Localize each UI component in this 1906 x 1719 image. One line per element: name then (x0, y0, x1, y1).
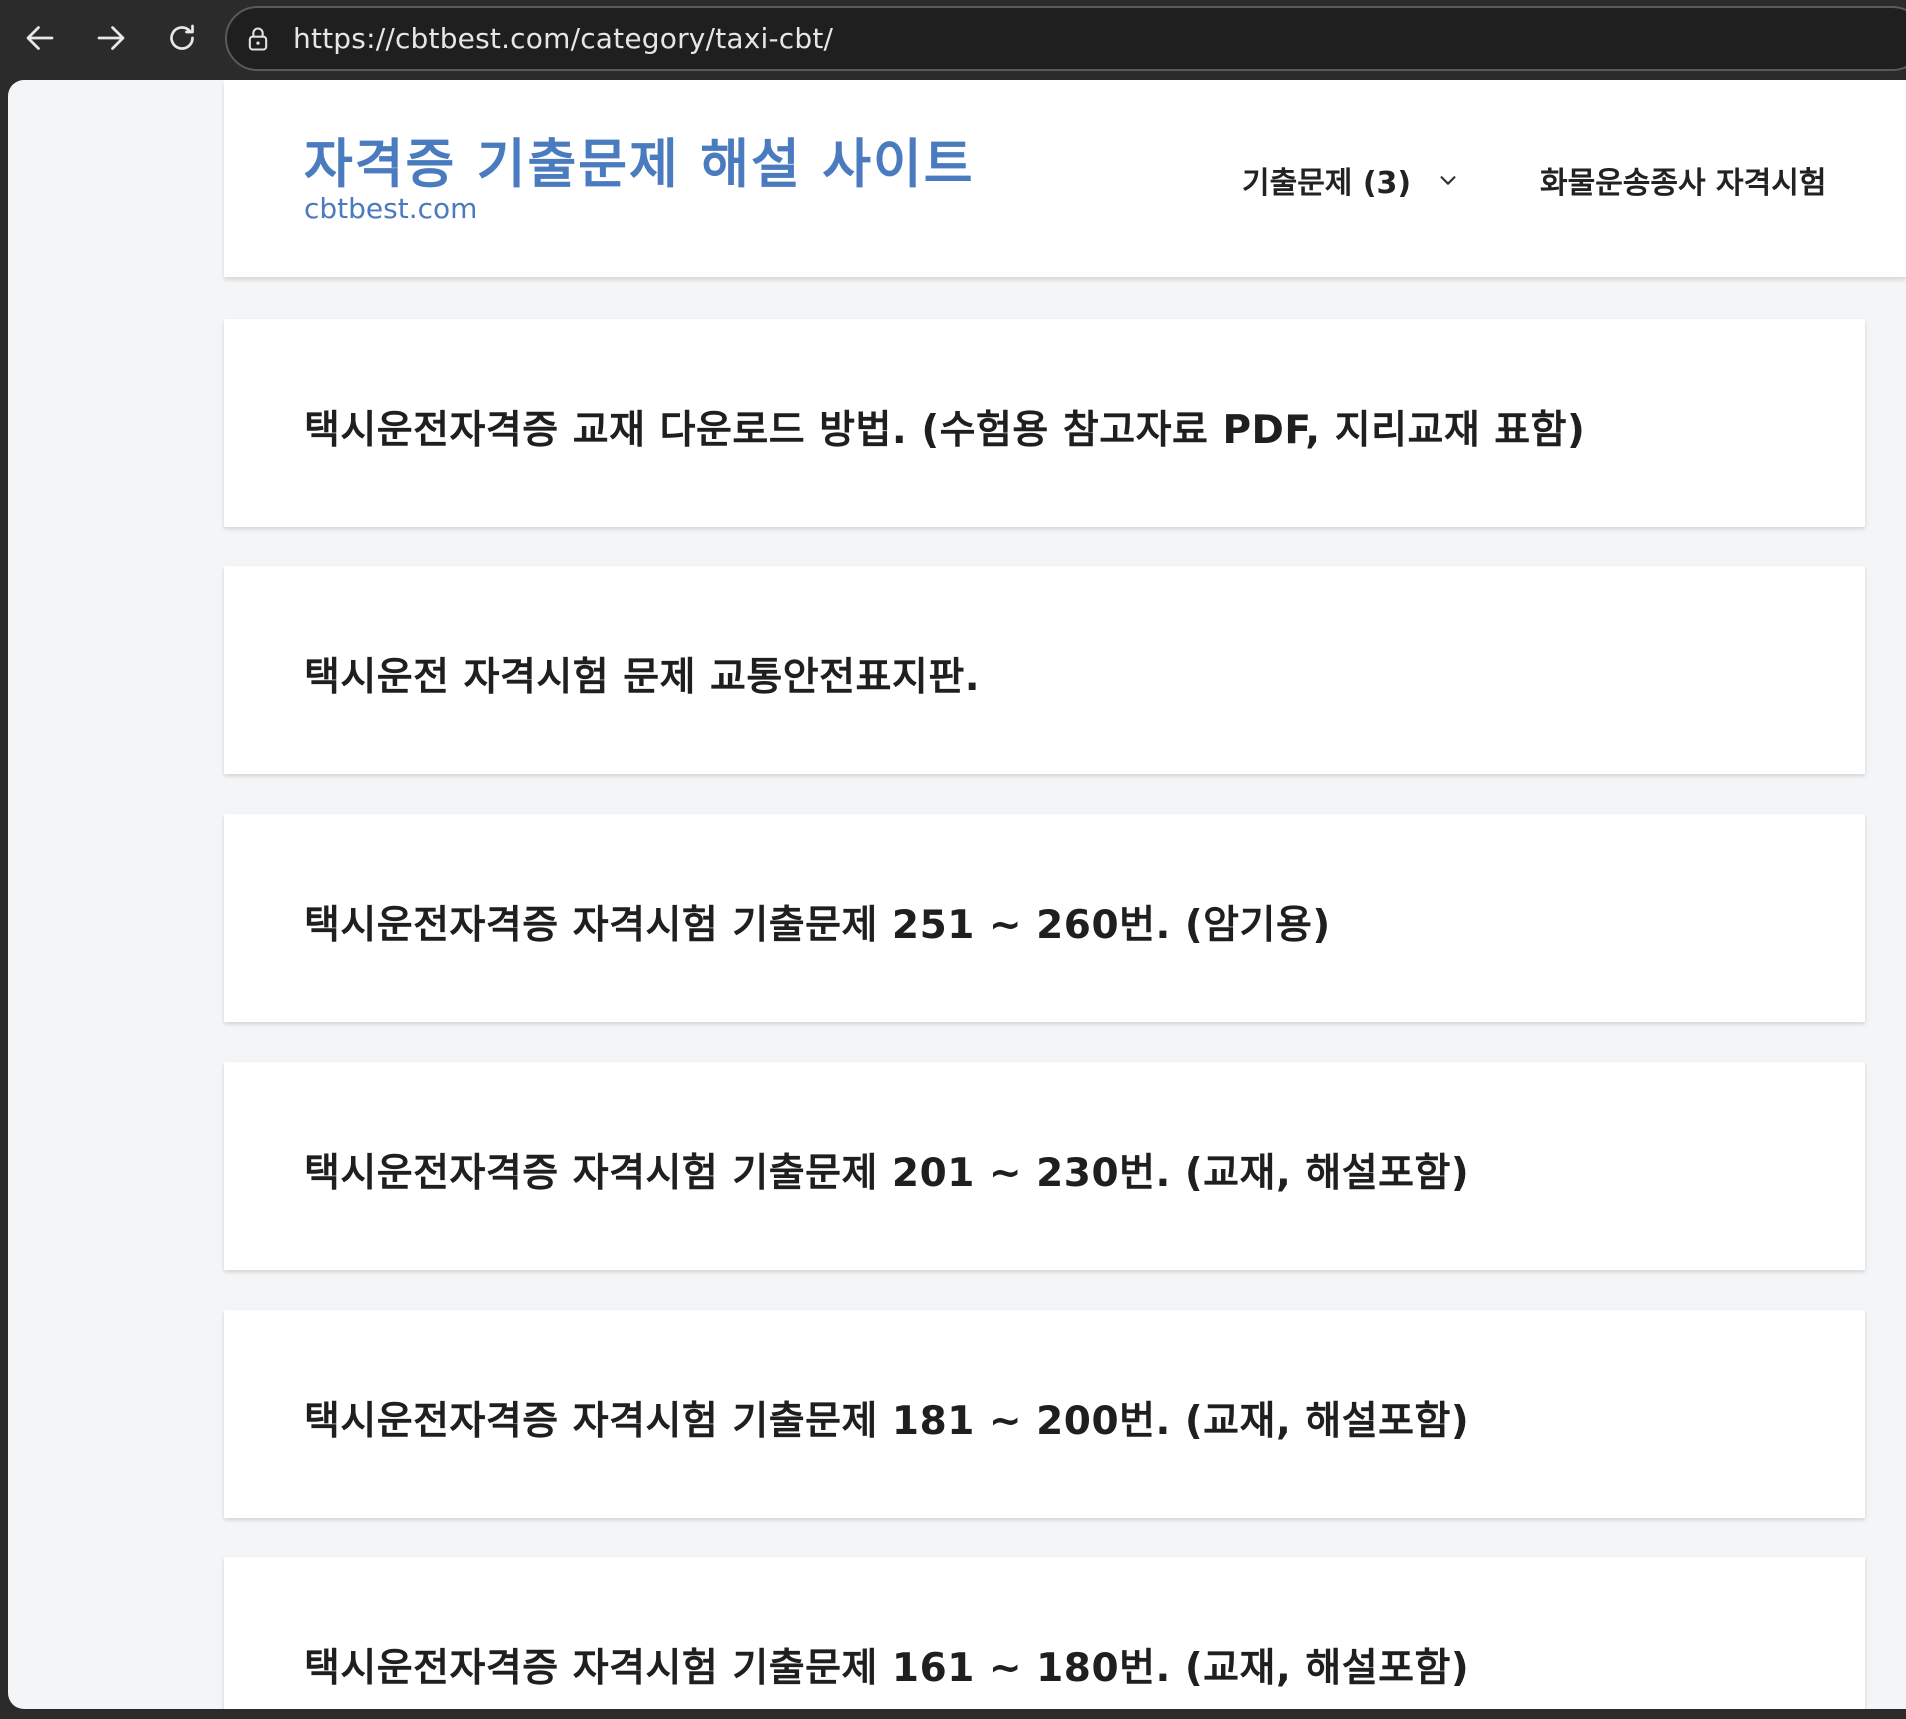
chevron-down-icon (1437, 169, 1459, 191)
arrow-right-icon (93, 20, 129, 60)
post-card[interactable]: 택시운전자격증 자격시험 기출문제 201 ~ 230번. (교재, 해설포함) (224, 1062, 1865, 1270)
post-title[interactable]: 택시운전자격증 자격시험 기출문제 161 ~ 180번. (교재, 해설포함) (304, 1637, 1469, 1693)
post-card[interactable]: 택시운전자격증 자격시험 기출문제 181 ~ 200번. (교재, 해설포함) (224, 1310, 1865, 1518)
post-card[interactable]: 택시운전자격증 교재 다운로드 방법. (수험용 참고자료 PDF, 지리교재 … (224, 319, 1865, 527)
site-header: 자격증 기출문제 해설 사이트 cbtbest.com 기출문제 (3) 화물운… (224, 80, 1906, 277)
menu-item-freight-exam[interactable]: 화물운송종사 자격시험 (1540, 158, 1826, 202)
post-card[interactable]: 택시운전자격증 자격시험 기출문제 161 ~ 180번. (교재, 해설포함) (224, 1557, 1865, 1709)
post-title[interactable]: 택시운전자격증 교재 다운로드 방법. (수험용 참고자료 PDF, 지리교재 … (304, 399, 1585, 455)
lock-icon[interactable] (243, 24, 273, 54)
menu-item-exam-questions[interactable]: 기출문제 (3) (1242, 158, 1459, 202)
menu-item-label: 화물운송종사 자격시험 (1540, 166, 1827, 201)
site-tagline: cbtbest.com (304, 192, 478, 225)
post-title[interactable]: 택시운전 자격시험 문제 교통안전표지판. (304, 646, 980, 702)
forward-button[interactable] (87, 16, 135, 64)
post-title[interactable]: 택시운전자격증 자격시험 기출문제 181 ~ 200번. (교재, 해설포함) (304, 1390, 1469, 1446)
post-card[interactable]: 택시운전 자격시험 문제 교통안전표지판. (224, 566, 1865, 774)
post-title[interactable]: 택시운전자격증 자격시험 기출문제 251 ~ 260번. (암기용) (304, 894, 1331, 950)
arrow-left-icon (22, 20, 58, 60)
post-card[interactable]: 택시운전자격증 자격시험 기출문제 251 ~ 260번. (암기용) (224, 814, 1865, 1022)
reload-button[interactable] (158, 16, 206, 64)
reload-icon (164, 20, 200, 60)
menu-item-label: 기출문제 (3) (1242, 166, 1412, 201)
browser-toolbar: https://cbtbest.com/category/taxi-cbt/ (0, 0, 1906, 80)
url-text[interactable]: https://cbtbest.com/category/taxi-cbt/ (293, 22, 833, 55)
back-button[interactable] (16, 16, 64, 64)
post-title[interactable]: 택시운전자격증 자격시험 기출문제 201 ~ 230번. (교재, 해설포함) (304, 1142, 1469, 1198)
site-title[interactable]: 자격증 기출문제 해설 사이트 (304, 122, 974, 198)
address-bar[interactable]: https://cbtbest.com/category/taxi-cbt/ (225, 6, 1906, 71)
page-viewport: 자격증 기출문제 해설 사이트 cbtbest.com 기출문제 (3) 화물운… (8, 80, 1906, 1709)
